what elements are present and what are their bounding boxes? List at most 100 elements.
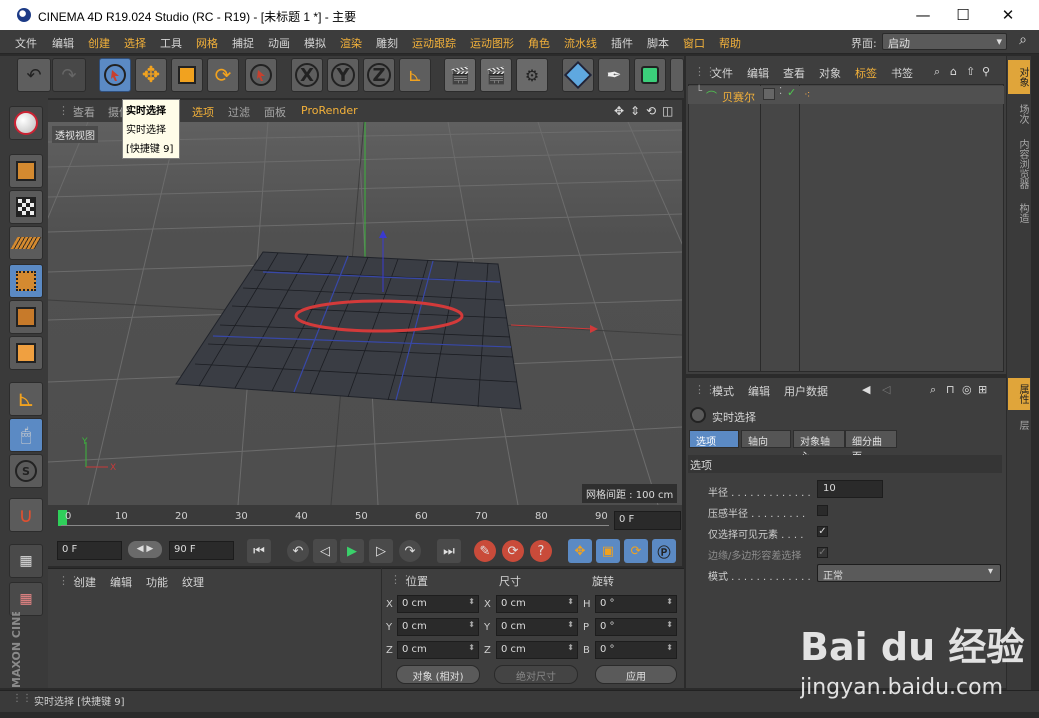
coord-mode-dropdown[interactable]: 对象 (相对): [396, 665, 480, 684]
attr-target-icon[interactable]: ◎: [962, 383, 972, 396]
close-button[interactable]: ✕: [985, 0, 1031, 30]
object-menu-file[interactable]: 文件: [711, 65, 733, 81]
material-menu-edit[interactable]: 编辑: [110, 574, 132, 590]
menu-script[interactable]: 脚本: [647, 35, 669, 51]
key-scale-button[interactable]: ▣: [596, 539, 620, 563]
visible-only-checkbox[interactable]: ✓: [817, 526, 828, 537]
menu-create[interactable]: 创建: [88, 35, 110, 51]
tweak-mode-button[interactable]: 🖱: [9, 418, 43, 452]
search-icon[interactable]: ⌕: [1013, 32, 1033, 52]
x-axis-lock-button[interactable]: X: [291, 58, 323, 92]
next-key-button[interactable]: ↷: [399, 540, 421, 562]
attr-tab-object-axis[interactable]: 对象轴心: [793, 430, 845, 463]
menu-animate[interactable]: 动画: [268, 35, 290, 51]
attr-menu-userdata[interactable]: 用户数据: [784, 383, 828, 399]
pen-tool-button[interactable]: ✒: [598, 58, 630, 92]
pos-x-field[interactable]: 0 cm: [397, 595, 479, 613]
workplane-align-button[interactable]: ▦: [9, 582, 43, 616]
layer-swatch-icon[interactable]: [763, 88, 775, 100]
z-axis-lock-button[interactable]: Z: [363, 58, 395, 92]
redo-button[interactable]: ↷: [52, 58, 86, 92]
attr-search-icon[interactable]: ⌕: [930, 383, 936, 397]
attr-new-icon[interactable]: ⊞: [978, 383, 987, 396]
object-up-icon[interactable]: ⇧: [966, 65, 975, 78]
edges-mode-button[interactable]: [9, 300, 43, 334]
menu-mesh[interactable]: 网格: [196, 35, 218, 51]
menu-render[interactable]: 渲染: [340, 35, 362, 51]
model-mode-button[interactable]: [9, 154, 43, 188]
menu-plugins[interactable]: 插件: [611, 35, 633, 51]
menu-mograph[interactable]: 运动图形: [470, 35, 514, 51]
live-selection-button[interactable]: [99, 58, 131, 92]
layout-dropdown[interactable]: 启动: [882, 33, 1007, 50]
object-menu-view[interactable]: 查看: [783, 65, 805, 81]
last-tool-button[interactable]: [245, 58, 277, 92]
end-frame-field[interactable]: 90 F: [169, 541, 234, 560]
menu-pipeline[interactable]: 流水线: [564, 35, 597, 51]
tab-objects[interactable]: 对象: [1008, 60, 1030, 94]
size-z-field[interactable]: 0 cm: [496, 641, 578, 659]
tab-attributes[interactable]: 属性: [1008, 378, 1030, 410]
object-home-icon[interactable]: ⌂: [950, 65, 957, 78]
range-slider[interactable]: ◀ ▶: [128, 541, 162, 558]
start-frame-field[interactable]: 0 F: [57, 541, 122, 560]
menu-edit[interactable]: 编辑: [52, 35, 74, 51]
pressure-radius-checkbox[interactable]: [817, 505, 828, 516]
object-search-icon[interactable]: ⌕: [934, 65, 940, 79]
workplane-mode-button[interactable]: [9, 226, 43, 260]
tab-layers[interactable]: 层: [1008, 414, 1030, 436]
snap-button[interactable]: ∪: [9, 498, 43, 532]
menu-snap[interactable]: 捕捉: [232, 35, 254, 51]
object-menu-edit[interactable]: 编辑: [747, 65, 769, 81]
menu-character[interactable]: 角色: [528, 35, 550, 51]
apply-button[interactable]: 应用: [595, 665, 677, 684]
y-axis-lock-button[interactable]: Y: [327, 58, 359, 92]
attr-tab-subdivision[interactable]: 细分曲面: [845, 430, 897, 463]
go-to-start-button[interactable]: ⏮: [247, 539, 271, 563]
menu-sculpt[interactable]: 雕刻: [376, 35, 398, 51]
material-menu-texture[interactable]: 纹理: [182, 574, 204, 590]
render-view-button[interactable]: 🎬: [444, 58, 476, 92]
object-menu-bookmarks[interactable]: 书签: [891, 65, 913, 81]
play-button[interactable]: ▶: [340, 539, 364, 563]
menu-window[interactable]: 窗口: [683, 35, 705, 51]
lock-workplane-button[interactable]: ▦: [9, 544, 43, 578]
size-x-field[interactable]: 0 cm: [496, 595, 578, 613]
make-editable-button[interactable]: [9, 106, 43, 140]
render-picture-viewer-button[interactable]: 🎬: [480, 58, 512, 92]
go-to-end-button[interactable]: ⏭: [437, 539, 461, 563]
viewport-move-icon[interactable]: ✥: [614, 104, 624, 118]
render-settings-button[interactable]: ⚙: [516, 58, 548, 92]
cube-button[interactable]: [562, 58, 594, 92]
object-filter-icon[interactable]: ⚲: [982, 65, 990, 78]
object-name[interactable]: 贝赛尔: [722, 89, 755, 105]
keyframe-help-button[interactable]: ?: [530, 540, 552, 562]
record-keys-button[interactable]: ✎: [474, 540, 496, 562]
menu-tools[interactable]: 工具: [160, 35, 182, 51]
tab-content-browser[interactable]: 内容浏览器: [1008, 134, 1030, 194]
menu-motion-tracking[interactable]: 运动跟踪: [412, 35, 456, 51]
viewport-menu-panel[interactable]: 面板: [264, 104, 286, 120]
viewport-maximize-icon[interactable]: ◫: [662, 104, 673, 118]
menu-select[interactable]: 选择: [124, 35, 146, 51]
viewport-menu-options[interactable]: 选项: [192, 104, 214, 120]
menu-file[interactable]: 文件: [15, 35, 37, 51]
forward-arrow-icon[interactable]: ◁: [882, 383, 890, 396]
viewport-menu-filter[interactable]: 过滤: [228, 104, 250, 120]
enabled-check-icon[interactable]: ✓: [787, 86, 796, 99]
scale-tool-button[interactable]: [171, 58, 203, 92]
current-frame-field[interactable]: 0 F: [614, 511, 681, 530]
mode-dropdown[interactable]: 正常: [817, 564, 1001, 582]
pos-z-field[interactable]: 0 cm: [397, 641, 479, 659]
object-menu-tags[interactable]: 标签: [855, 65, 877, 81]
attr-lock-icon[interactable]: ⊓: [946, 383, 955, 396]
visibility-dots-icon[interactable]: ⁚: [779, 86, 782, 97]
points-mode-button[interactable]: [9, 264, 43, 298]
edge-tolerance-checkbox[interactable]: ✓: [817, 547, 828, 558]
pos-y-field[interactable]: 0 cm: [397, 618, 479, 636]
attr-menu-mode[interactable]: 模式: [712, 383, 734, 399]
viewport-menu-view[interactable]: 查看: [73, 104, 95, 120]
rot-b-field[interactable]: 0 °: [595, 641, 677, 659]
key-param-button[interactable]: Ⓟ: [652, 539, 676, 563]
material-menu-function[interactable]: 功能: [146, 574, 168, 590]
